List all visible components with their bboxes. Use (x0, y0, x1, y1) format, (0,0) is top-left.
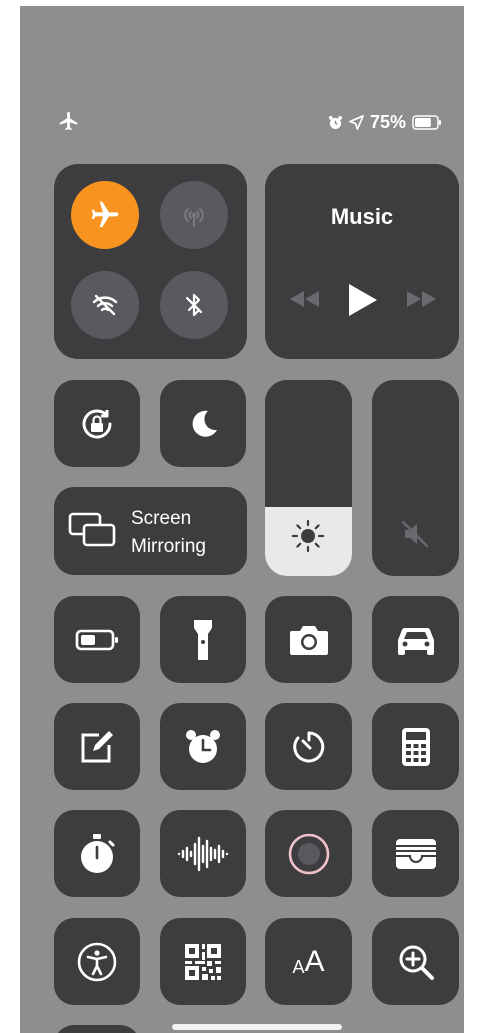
car-icon (394, 624, 438, 656)
battery-status-icon (412, 115, 442, 130)
connectivity-module (54, 164, 247, 359)
voice-memos-button[interactable] (160, 810, 246, 897)
airplane-icon (89, 199, 121, 231)
alarm-icon (328, 115, 343, 130)
screen-recording-button[interactable] (265, 810, 352, 897)
text-size-large: A (304, 944, 325, 978)
stopwatch-icon (78, 833, 116, 875)
fast-forward-icon[interactable] (405, 288, 439, 310)
music-title: Music (330, 204, 394, 229)
cellular-data-toggle[interactable] (160, 181, 228, 249)
calculator-button[interactable] (372, 703, 459, 790)
bluetooth-off-icon (179, 290, 209, 320)
speaker-muted-icon (399, 518, 431, 550)
screen-mirroring-icon (68, 511, 118, 551)
stopwatch-button[interactable] (54, 810, 140, 897)
notes-icon (77, 727, 117, 767)
screen-mirroring-line2: Mirroring (131, 536, 206, 557)
text-size-button[interactable]: A A (265, 918, 352, 1005)
screen-mirroring-button[interactable]: Screen Mirroring (54, 487, 247, 575)
text-size-small: A (292, 956, 305, 977)
status-right: 75% (328, 112, 442, 133)
qr-code-scanner-button[interactable] (160, 918, 246, 1005)
accessibility-icon (76, 941, 118, 983)
qr-code-icon (183, 942, 223, 982)
control-center: 75% Music Screen Mirroring A A (20, 6, 464, 1033)
volume-slider[interactable] (372, 380, 459, 576)
flashlight-toggle[interactable] (160, 596, 246, 683)
wallet-button[interactable] (372, 810, 459, 897)
timer-icon (290, 728, 328, 766)
play-icon[interactable] (347, 282, 379, 318)
rotation-lock-icon (77, 404, 117, 444)
accessibility-shortcut-button[interactable] (54, 918, 140, 1005)
wifi-toggle[interactable] (71, 271, 139, 339)
alarm-clock-icon (183, 727, 223, 767)
magnifier-icon (396, 942, 436, 982)
rewind-icon[interactable] (287, 288, 321, 310)
do-not-disturb-toggle[interactable] (160, 380, 246, 467)
timer-button[interactable] (265, 703, 352, 790)
screen-record-icon (287, 832, 331, 876)
bluetooth-toggle[interactable] (160, 271, 228, 339)
airplane-mode-toggle[interactable] (71, 181, 139, 249)
brightness-slider[interactable] (265, 380, 352, 576)
location-arrow-icon (349, 115, 364, 130)
battery-percent: 75% (370, 112, 407, 132)
wallet-icon (394, 837, 438, 871)
airplane-status-icon (58, 110, 80, 132)
alarm-button[interactable] (160, 703, 246, 790)
moon-icon (186, 407, 220, 441)
camera-button[interactable] (265, 596, 352, 683)
sun-icon (290, 518, 326, 554)
rotation-lock-toggle[interactable] (54, 380, 140, 467)
screen-mirroring-label: Screen Mirroring (131, 505, 206, 561)
flashlight-icon (192, 618, 214, 662)
home-indicator[interactable] (172, 1024, 342, 1030)
text-size-icon: A A (292, 944, 325, 978)
wifi-off-icon (89, 289, 121, 321)
cellular-antenna-icon (179, 200, 209, 230)
magnifier-button[interactable] (372, 918, 459, 1005)
low-power-mode-toggle[interactable] (54, 596, 140, 683)
driving-mode-toggle[interactable] (372, 596, 459, 683)
battery-icon (75, 629, 119, 651)
screen-mirroring-line1: Screen (131, 508, 192, 529)
notes-button[interactable] (54, 703, 140, 790)
partial-tile[interactable] (54, 1025, 140, 1033)
voice-memo-icon (176, 834, 230, 874)
camera-icon (288, 623, 330, 657)
music-player[interactable]: Music (265, 164, 459, 359)
calculator-icon (401, 727, 431, 767)
